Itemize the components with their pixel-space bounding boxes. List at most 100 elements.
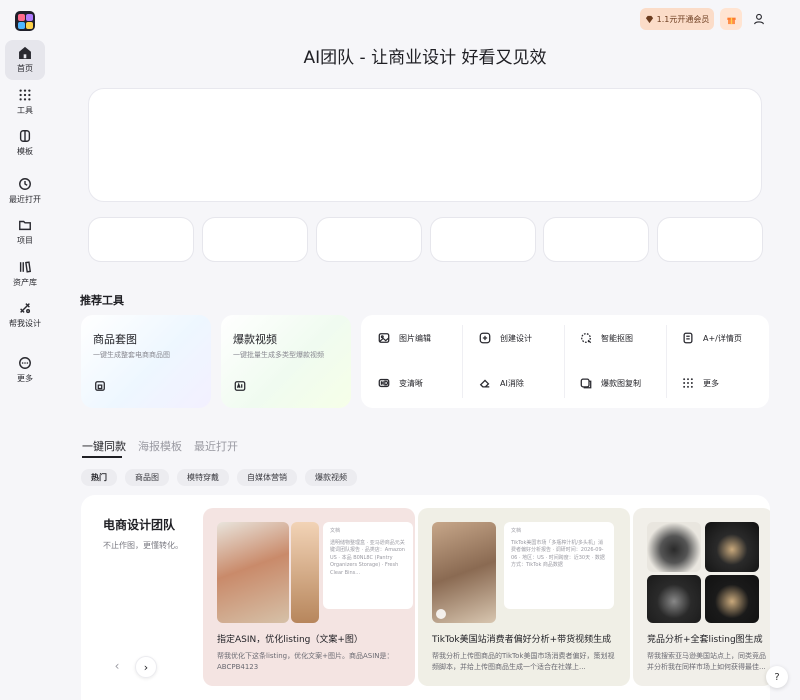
chip-viral-video[interactable]: 爆款视频 [305, 469, 357, 486]
tool-label: 智能抠图 [601, 333, 633, 343]
tab-recent[interactable]: 最近打开 [194, 438, 238, 454]
team-subtitle: 不止作图，更懂转化。 [103, 541, 183, 550]
chip-product-image[interactable]: 商品图 [125, 469, 169, 486]
doc-text: 透明储物整理盒 · 亚马逊商品元关键词团队报告 · 品类店：Amazon US … [330, 539, 405, 576]
eraser-icon [479, 379, 490, 388]
vip-button[interactable]: 1.1元开通会员 [640, 8, 714, 30]
content-tabs: 一键同款 海报模板 最近打开 [82, 438, 238, 454]
product-image-icon [95, 381, 105, 391]
tool-viral-image-copy[interactable]: 爆款图复制 [580, 377, 641, 389]
tool-label: 变清晰 [399, 378, 423, 388]
diamond-icon [645, 15, 653, 23]
tool-card-product-set[interactable]: 商品套图 一键生成整套电商商品图 [81, 315, 211, 408]
sidebar-item-tools[interactable]: 工具 [5, 82, 45, 122]
case-product-image [217, 522, 289, 623]
tool-label: 创建设计 [500, 333, 532, 343]
chip-hot[interactable]: 热门 [81, 469, 117, 486]
case-video-thumbnail [432, 522, 496, 623]
sidebar-item-label: 帮我设计 [9, 319, 41, 328]
doc-text: TikTok美国市场「多瓶榨汁机/多头机」消费者偏好分析报告 · 调研时间：20… [511, 539, 605, 569]
team-title: 电商设计团队 [103, 518, 176, 532]
carousel-prev-button[interactable]: ‹ [107, 656, 127, 676]
case-description: 帮我分析上传图商品的TikTok美国市场消费者偏好，策划视频脚本，并给上传图商品… [432, 652, 615, 672]
case-title: TikTok美国站消费者偏好分析+带货视频生成 [432, 635, 612, 645]
library-icon [19, 261, 32, 273]
tab-poster-templates[interactable]: 海报模板 [138, 438, 182, 454]
sidebar-item-projects[interactable]: 项目 [5, 212, 45, 252]
quick-option[interactable] [657, 217, 763, 262]
app-logo[interactable] [15, 11, 35, 31]
sidebar-item-recent[interactable]: 最近打开 [5, 171, 45, 211]
sidebar-item-label: 最近打开 [9, 195, 41, 204]
tool-label: AI消除 [500, 378, 524, 388]
case-card[interactable]: 竞品分析+全套listing图生成 帮我搜索亚马逊美国站点上，同类竞品并分析我在… [633, 508, 770, 686]
case-description: 帮我搜索亚马逊美国站点上，同类竞品并分析我在同样市场上如何获得最佳... [647, 652, 766, 672]
sidebar-item-label: 模板 [17, 147, 33, 156]
sidebar: 首页 工具 模板 最近打开 项目 资产库 帮我设计 更多 [0, 0, 50, 700]
more-circle-icon [19, 357, 31, 369]
tool-card-subtitle: 一键批量生成多类型爆款视频 [233, 351, 324, 359]
sidebar-item-templates[interactable]: 模板 [5, 123, 45, 163]
tool-card-title: 商品套图 [93, 333, 137, 346]
case-card[interactable]: 文档 TikTok美国市场「多瓶榨汁机/多头机」消费者偏好分析报告 · 调研时间… [418, 508, 630, 686]
case-product-image [705, 575, 759, 623]
tool-more[interactable]: 更多 [682, 377, 719, 389]
tool-enhance[interactable]: 变清晰 [378, 377, 423, 389]
chip-social-marketing[interactable]: 自媒体营销 [237, 469, 297, 486]
prompt-box[interactable] [88, 88, 762, 202]
sidebar-item-more[interactable]: 更多 [5, 350, 45, 390]
play-icon [436, 609, 446, 619]
category-chips: 热门 商品图 模特穿戴 自媒体营销 爆款视频 [81, 469, 357, 486]
sidebar-item-label: 首页 [17, 64, 33, 73]
sidebar-item-assets[interactable]: 资产库 [5, 254, 45, 294]
template-icon [19, 130, 31, 142]
quick-option[interactable] [430, 217, 536, 262]
case-product-image [291, 522, 319, 623]
quick-option[interactable] [88, 217, 194, 262]
image-icon [378, 333, 390, 343]
doc-tag: 文档 [511, 528, 522, 534]
vip-label: 1.1元开通会员 [656, 14, 710, 24]
tool-smart-cutout[interactable]: 智能抠图 [580, 332, 633, 344]
tool-create-design[interactable]: 创建设计 [479, 332, 532, 344]
chip-model-wear[interactable]: 模特穿戴 [177, 469, 229, 486]
tool-image-edit[interactable]: 图片编辑 [378, 332, 431, 344]
cutout-icon [581, 333, 592, 344]
grid-dots-icon [683, 378, 693, 388]
grid-dots-icon [19, 89, 31, 101]
help-button[interactable]: ? [766, 666, 788, 688]
case-product-image [647, 575, 701, 623]
case-title: 指定ASIN，优化listing（文案+图） [217, 635, 363, 645]
tool-label: 更多 [703, 378, 719, 388]
case-card[interactable]: 文档 透明储物整理盒 · 亚马逊商品元关键词团队报告 · 品类店：Amazon … [203, 508, 415, 686]
tool-ai-erase[interactable]: AI消除 [479, 377, 524, 389]
tool-card-viral-video[interactable]: 爆款视频 一键批量生成多类型爆款视频 [221, 315, 351, 408]
user-button[interactable] [748, 8, 770, 30]
case-product-image [647, 522, 701, 572]
user-icon [753, 13, 765, 25]
doc-tag: 文档 [330, 528, 341, 534]
sidebar-item-home[interactable]: 首页 [5, 40, 45, 80]
quick-option[interactable] [202, 217, 308, 262]
quick-option[interactable] [543, 217, 649, 262]
ai-video-icon [234, 381, 246, 391]
case-title: 竞品分析+全套listing图生成 [647, 635, 763, 645]
sidebar-item-design-for-me[interactable]: 帮我设计 [5, 295, 45, 335]
magic-tools-icon [20, 303, 31, 314]
tool-label: 图片编辑 [399, 333, 431, 343]
quick-tools-grid: 图片编辑 创建设计 智能抠图 A+/详情页 变清晰 AI消除 爆款图复制 更多 [361, 315, 769, 408]
case-description: 帮我优化下这条listing，优化文案+图片。商品ASIN是：ABCPB4123 [217, 652, 394, 672]
folder-icon [19, 220, 31, 231]
plus-square-icon [479, 332, 491, 344]
case-document: 文档 透明储物整理盒 · 亚马逊商品元关键词团队报告 · 品类店：Amazon … [323, 522, 413, 609]
case-document: 文档 TikTok美国市场「多瓶榨汁机/多头机」消费者偏好分析报告 · 调研时间… [504, 522, 614, 609]
gift-button[interactable] [720, 8, 742, 30]
tab-same-style[interactable]: 一键同款 [82, 438, 126, 454]
tool-label: A+/详情页 [703, 333, 742, 343]
sidebar-item-label: 项目 [17, 236, 33, 245]
sidebar-item-label: 资产库 [13, 278, 37, 287]
gift-icon [726, 17, 736, 24]
tool-aplus-detail[interactable]: A+/详情页 [682, 332, 742, 344]
quick-option[interactable] [316, 217, 422, 262]
carousel-next-button[interactable]: › [135, 656, 157, 678]
